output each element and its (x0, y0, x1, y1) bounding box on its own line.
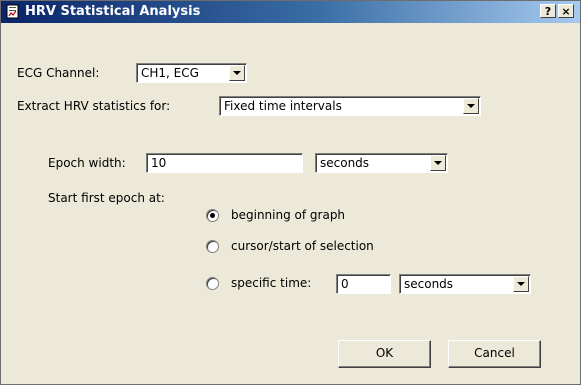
chevron-down-icon[interactable] (513, 276, 529, 292)
ecg-channel-value: CH1, ECG (141, 66, 199, 80)
radio-cursor-label[interactable]: cursor/start of selection (231, 239, 374, 253)
close-button[interactable]: × (558, 4, 574, 18)
start-epoch-label: Start first epoch at: (48, 191, 165, 205)
ecg-channel-select[interactable]: CH1, ECG (136, 63, 247, 83)
specific-time-input[interactable]: 0 (336, 274, 391, 294)
extract-label: Extract HRV statistics for: (17, 99, 171, 113)
radio-cursor-start[interactable] (206, 240, 219, 253)
app-icon (6, 4, 20, 19)
radio-specific-label[interactable]: specific time: (231, 276, 311, 290)
specific-time-unit-value: seconds (404, 277, 454, 291)
cancel-button[interactable]: Cancel (448, 340, 541, 368)
epoch-unit-select[interactable]: seconds (315, 153, 448, 173)
window-title: HRV Statistical Analysis (25, 4, 201, 19)
extract-select[interactable]: Fixed time intervals (219, 96, 481, 116)
radio-beginning-of-graph[interactable] (206, 209, 219, 222)
chevron-down-icon[interactable] (229, 65, 245, 81)
extract-value: Fixed time intervals (224, 99, 342, 113)
epoch-width-input[interactable]: 10 (146, 153, 303, 173)
ok-button[interactable]: OK (338, 340, 431, 368)
help-button[interactable]: ? (540, 4, 556, 18)
radio-selected-dot (210, 213, 215, 218)
chevron-down-icon[interactable] (430, 155, 446, 171)
specific-time-unit-select[interactable]: seconds (399, 274, 531, 294)
chevron-down-icon[interactable] (463, 98, 479, 114)
epoch-unit-value: seconds (320, 156, 370, 170)
radio-specific-time[interactable] (206, 277, 219, 290)
dialog-window: HRV Statistical Analysis ? × ECG Channel… (0, 0, 581, 385)
epoch-width-label: Epoch width: (48, 156, 126, 170)
ecg-channel-label: ECG Channel: (17, 66, 100, 80)
title-bar[interactable]: HRV Statistical Analysis ? × (1, 1, 580, 23)
radio-beginning-label[interactable]: beginning of graph (231, 208, 345, 222)
